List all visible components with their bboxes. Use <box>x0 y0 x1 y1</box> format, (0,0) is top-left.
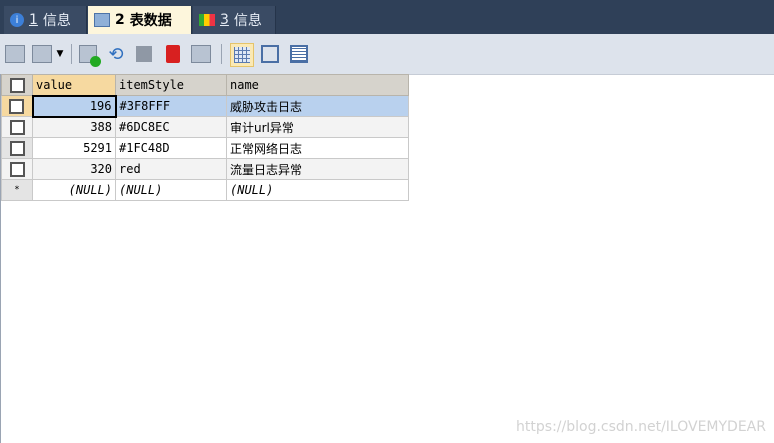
cell-name[interactable]: 流量日志异常 <box>226 158 409 180</box>
text-view-button[interactable] <box>288 43 310 65</box>
info-icon: i <box>10 13 24 27</box>
form-view-button[interactable] <box>259 43 281 65</box>
table-icon <box>94 13 110 27</box>
select-all-checkbox[interactable] <box>1 74 33 96</box>
toolbar: ▼ ⟲ <box>0 34 774 75</box>
tab-table-data[interactable]: 2 表数据 <box>88 6 192 34</box>
grid-view-icon <box>234 47 250 63</box>
data-grid: value itemStyle name 196 #3F8FFF 威胁攻击日志 … <box>1 74 409 201</box>
cell-name[interactable]: 审计url异常 <box>226 116 409 138</box>
row-checkbox[interactable] <box>1 116 33 138</box>
save-button[interactable] <box>133 43 155 65</box>
column-header-itemstyle[interactable]: itemStyle <box>115 74 227 96</box>
header-row: value itemStyle name <box>1 74 409 96</box>
add-row-button[interactable] <box>77 43 101 67</box>
cell-itemstyle[interactable]: red <box>115 158 227 180</box>
column-header-value[interactable]: value <box>32 74 116 96</box>
refresh-button[interactable]: ⟲ <box>105 43 127 65</box>
cell-itemstyle[interactable]: #6DC8EC <box>115 116 227 138</box>
table-row[interactable]: 196 #3F8FFF 威胁攻击日志 <box>1 94 409 118</box>
export-icon <box>32 45 52 63</box>
watermark: https://blog.csdn.net/ILOVEMYDEAR <box>516 419 766 435</box>
cell-name[interactable]: 正常网络日志 <box>226 137 409 159</box>
save-icon <box>136 46 152 62</box>
form-view-icon <box>261 45 279 63</box>
cell-value[interactable]: 5291 <box>32 137 116 159</box>
table-row[interactable]: 388 #6DC8EC 审计url异常 <box>1 116 409 138</box>
chevron-down-icon: ▼ <box>56 49 64 59</box>
cell-name[interactable]: 威胁攻击日志 <box>226 95 409 117</box>
delete-button[interactable] <box>162 43 184 65</box>
table-row[interactable]: 320 red 流量日志异常 <box>1 158 409 180</box>
text-view-icon <box>290 45 308 63</box>
cell-value[interactable]: 320 <box>32 158 116 180</box>
delete-icon <box>166 45 180 63</box>
cell-value[interactable]: 388 <box>32 116 116 138</box>
cell-value[interactable]: 196 <box>31 94 117 118</box>
table-row[interactable]: 5291 #1FC48D 正常网络日志 <box>1 137 409 159</box>
new-row-marker: * <box>1 179 33 201</box>
row-checkbox[interactable] <box>1 158 33 180</box>
import-icon <box>5 45 25 63</box>
tab-bar: i 1 信息 2 表数据 3 信息 <box>0 0 774 34</box>
row-checkbox[interactable] <box>1 95 33 117</box>
cell-itemstyle[interactable]: (NULL) <box>115 179 227 201</box>
cancel-icon <box>191 45 211 63</box>
left-border <box>0 74 1 443</box>
grid-view-button[interactable] <box>230 43 254 67</box>
column-header-name[interactable]: name <box>226 74 409 96</box>
tab-info-1[interactable]: i 1 信息 <box>4 6 87 34</box>
cell-itemstyle[interactable]: #1FC48D <box>115 137 227 159</box>
cell-value[interactable]: (NULL) <box>32 179 116 201</box>
export-button[interactable] <box>31 43 53 65</box>
shapes-icon <box>199 14 215 26</box>
cell-name[interactable]: (NULL) <box>226 179 409 201</box>
tab-info-3[interactable]: 3 信息 <box>193 6 276 34</box>
cell-itemstyle[interactable]: #3F8FFF <box>115 95 227 117</box>
cancel-button[interactable] <box>190 43 212 65</box>
add-row-icon <box>79 45 101 67</box>
new-row[interactable]: * (NULL) (NULL) (NULL) <box>1 179 409 201</box>
refresh-icon: ⟲ <box>108 43 124 65</box>
row-checkbox[interactable] <box>1 137 33 159</box>
import-button[interactable] <box>4 43 26 65</box>
export-dropdown[interactable]: ▼ <box>54 43 66 65</box>
